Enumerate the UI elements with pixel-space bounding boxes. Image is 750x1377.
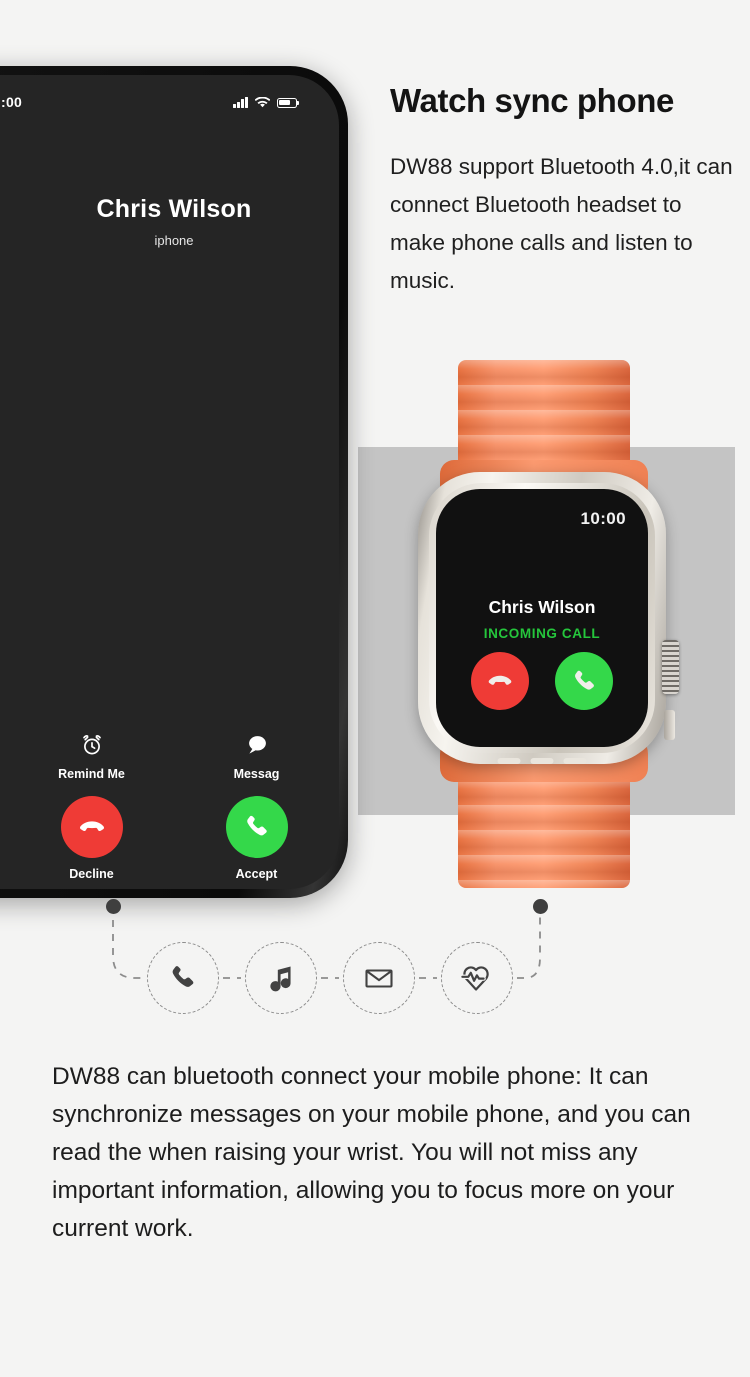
feature-description: DW88 support Bluetooth 4.0,it can connec…	[390, 154, 733, 293]
page-headline: Watch sync phone	[390, 82, 674, 119]
watch-call-status: INCOMING CALL	[483, 626, 601, 641]
bottom-description: DW88 can bluetooth connect your mobile p…	[52, 1063, 691, 1242]
smartphone-mockup: :00 Chris Wilson iphone Remind Me Messag…	[0, 66, 348, 898]
signal-icon	[233, 96, 248, 108]
feature-icon-music[interactable]	[245, 942, 317, 1014]
feature-icon-message[interactable]	[343, 942, 415, 1014]
watch-call-buttons	[436, 652, 648, 710]
music-note-icon	[264, 961, 298, 995]
digital-crown-icon[interactable]	[662, 640, 679, 694]
phone-secondary-actions: Remind Me Messag	[9, 730, 339, 781]
phone-caller-info: Chris Wilson iphone	[0, 195, 339, 248]
watch-decline-button[interactable]	[471, 652, 529, 710]
remind-me-action[interactable]: Remind Me	[32, 730, 152, 781]
decline-button[interactable]	[60, 796, 123, 858]
remind-me-label: Remind Me	[58, 767, 125, 781]
watch-accept-button[interactable]	[555, 652, 613, 710]
watch-time: 10:00	[580, 509, 626, 528]
watch-side-button[interactable]	[664, 710, 675, 740]
accept-label: Accept	[235, 867, 278, 881]
phone-caller-name: Chris Wilson	[96, 195, 252, 223]
envelope-icon	[361, 960, 397, 996]
smartwatch-mockup: 10:00 Chris Wilson INCOMING CALL	[418, 360, 679, 890]
phone-status-bar: :00	[0, 89, 319, 115]
watch-band-connector	[497, 758, 587, 764]
decline-call-control[interactable]: Decline	[32, 796, 152, 881]
phone-call-buttons: Decline Accept	[9, 796, 339, 881]
connector-dot-phone	[106, 899, 121, 914]
feature-icon-heart-rate[interactable]	[441, 942, 513, 1014]
watch-screen: 10:00 Chris Wilson INCOMING CALL	[436, 489, 648, 747]
accept-call-control[interactable]: Accept	[197, 796, 317, 881]
message-bubble-icon	[197, 730, 317, 760]
watch-caller-name: Chris Wilson	[488, 597, 596, 617]
battery-icon	[277, 97, 299, 108]
feature-icon-phone-call[interactable]	[147, 942, 219, 1014]
phone-caller-subtitle: iphone	[154, 233, 194, 248]
heart-rate-icon	[458, 959, 496, 997]
decline-label: Decline	[69, 867, 114, 881]
connector-dot-watch	[533, 899, 548, 914]
wifi-icon	[255, 96, 270, 108]
feature-connector-row	[0, 880, 750, 1020]
alarm-clock-icon	[32, 730, 152, 760]
watch-case: 10:00 Chris Wilson INCOMING CALL	[418, 472, 679, 764]
message-label: Messag	[233, 767, 280, 781]
message-action[interactable]: Messag	[197, 730, 317, 781]
accept-button[interactable]	[225, 796, 288, 858]
phone-status-time: :00	[1, 94, 23, 110]
phone-call-icon	[166, 961, 200, 995]
phone-screen: :00 Chris Wilson iphone Remind Me Messag…	[0, 75, 339, 889]
